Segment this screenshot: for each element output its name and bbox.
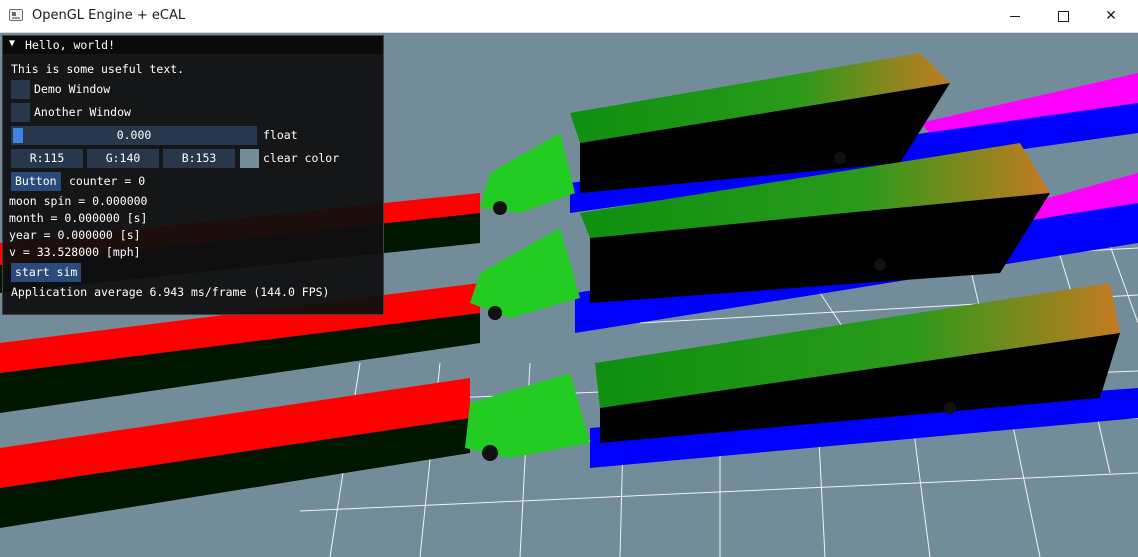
title-bar[interactable]: OpenGL Engine + eCAL ✕ [0, 0, 1138, 33]
minimize-icon [1010, 15, 1020, 17]
imgui-hello-window[interactable]: ▼ Hello, world! This is some useful text… [2, 35, 384, 315]
float-slider[interactable]: 0.000 [11, 126, 257, 145]
velocity-text: v = 33.528000 [mph] [9, 245, 141, 259]
fps-text: Application average 6.943 ms/frame (144.… [11, 285, 330, 299]
start-sim-button[interactable]: start sim [11, 263, 82, 282]
year-text: year = 0.000000 [s] [9, 228, 141, 242]
close-icon: ✕ [1105, 8, 1117, 24]
app-window-icon [9, 9, 23, 21]
imgui-window-title: Hello, world! [25, 38, 116, 52]
moon-spin-text: moon spin = 0.000000 [9, 194, 148, 208]
imgui-button[interactable]: Button [11, 172, 61, 191]
minimize-button[interactable] [992, 0, 1038, 32]
color-b-field[interactable]: B:153 [163, 149, 235, 168]
counter-text: counter = 0 [69, 174, 146, 188]
close-button[interactable]: ✕ [1088, 0, 1134, 32]
clear-color-swatch[interactable] [240, 149, 259, 168]
imgui-title-bar[interactable]: ▼ Hello, world! [3, 36, 383, 54]
color-g-field[interactable]: G:140 [87, 149, 159, 168]
month-text: month = 0.000000 [s] [9, 211, 148, 225]
demo-window-checkbox[interactable] [11, 80, 30, 99]
slider-label: float [263, 128, 298, 142]
another-window-checkbox[interactable] [11, 103, 30, 122]
slider-value: 0.000 [116, 128, 152, 142]
useful-text: This is some useful text. [11, 62, 185, 76]
window-title: OpenGL Engine + eCAL [32, 8, 186, 23]
color-r-field[interactable]: R:115 [11, 149, 83, 168]
clear-color-label: clear color [263, 151, 340, 165]
demo-window-label: Demo Window [34, 82, 111, 96]
another-window-label: Another Window [34, 105, 131, 119]
collapse-arrow-icon[interactable]: ▼ [9, 38, 15, 49]
maximize-button[interactable] [1040, 0, 1086, 32]
maximize-icon [1057, 10, 1069, 22]
